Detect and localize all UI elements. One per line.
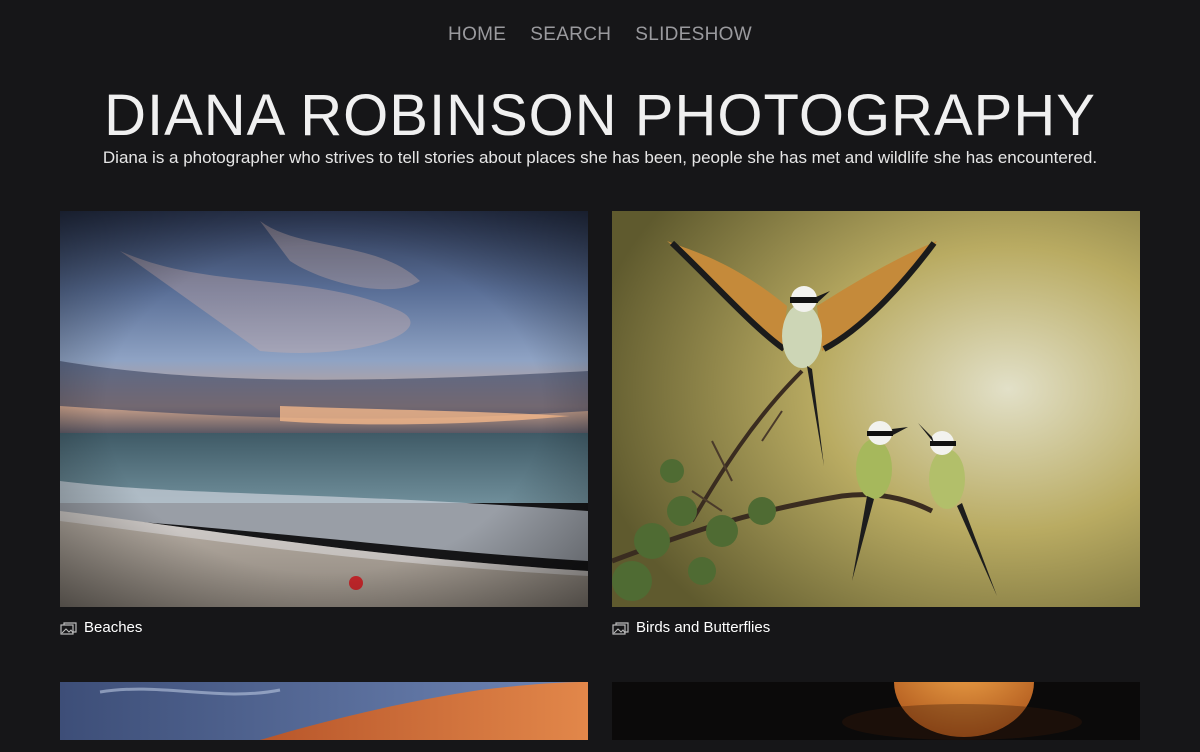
gallery-thumbnail-3[interactable] — [60, 682, 588, 752]
site-description: Diana is a photographer who strives to t… — [102, 148, 1098, 167]
album-icon — [612, 621, 630, 635]
gallery-thumbnail-birds-and-butterflies[interactable] — [612, 211, 1140, 607]
nav-slideshow[interactable]: SLIDESHOW — [635, 24, 752, 46]
gallery-thumbnail-beaches[interactable] — [60, 211, 588, 607]
gallery-thumbnail-4[interactable] — [612, 682, 1140, 752]
nav-search[interactable]: SEARCH — [530, 24, 611, 46]
site-title[interactable]: DIANA ROBINSON PHOTOGRAPHY — [0, 84, 1200, 148]
gallery-label-birds-and-butterflies: Birds and Butterflies — [636, 619, 771, 636]
gallery-label-beaches: Beaches — [84, 619, 143, 636]
gallery-tile-beaches[interactable]: Beaches — [60, 211, 588, 636]
gallery-tile-4[interactable] — [612, 682, 1140, 752]
gallery-tile-birds-and-butterflies[interactable]: Birds and Butterflies — [612, 211, 1140, 636]
gallery-caption-birds-and-butterflies[interactable]: Birds and Butterflies — [612, 619, 1140, 636]
gallery-caption-beaches[interactable]: Beaches — [60, 619, 588, 636]
album-icon — [60, 621, 78, 635]
nav-home[interactable]: HOME — [448, 24, 506, 46]
gallery-tile-3[interactable] — [60, 682, 588, 752]
main-nav: HOME SEARCH SLIDESHOW — [0, 24, 1200, 46]
